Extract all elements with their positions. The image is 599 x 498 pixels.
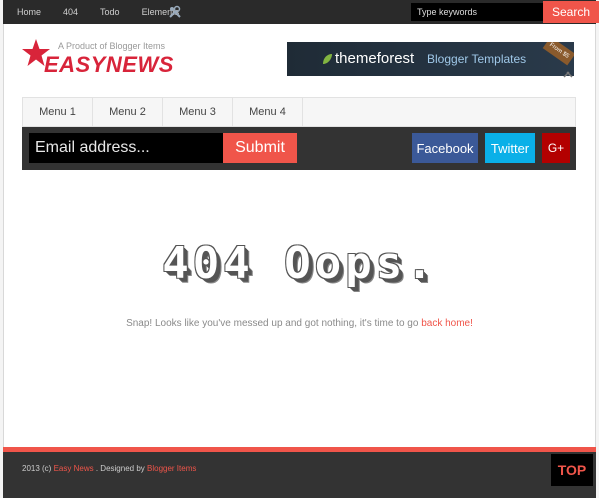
- tools-icon[interactable]: [563, 68, 573, 78]
- email-field[interactable]: [29, 133, 225, 163]
- search-button[interactable]: Search: [543, 1, 599, 23]
- twitter-button[interactable]: Twitter: [485, 133, 535, 163]
- back-to-top-button[interactable]: TOP: [551, 454, 593, 486]
- top-bar: Home 404 Todo Elements Search: [3, 0, 599, 24]
- top-nav-home[interactable]: Home: [17, 7, 41, 17]
- menu-item-4[interactable]: Menu 4: [233, 98, 303, 126]
- error-heading: 404 Oops.: [162, 238, 437, 289]
- site-tagline: A Product of Blogger Items: [58, 41, 166, 51]
- submit-button[interactable]: Submit: [223, 133, 297, 163]
- main-menu: Menu 1 Menu 2 Menu 3 Menu 4: [22, 97, 576, 127]
- back-home-link[interactable]: back home!: [421, 318, 473, 329]
- banner-text: Blogger Templates: [427, 52, 527, 66]
- banner-brand: themeforest: [335, 50, 415, 67]
- footer-site-link[interactable]: Easy News: [54, 464, 94, 473]
- footer-designer-link[interactable]: Blogger Items: [147, 464, 196, 473]
- footer-credits: 2013 (c) Easy News . Designed by Blogger…: [22, 464, 196, 473]
- tools-icon[interactable]: [168, 5, 182, 19]
- error-message-row: Snap! Looks like you've messed up and go…: [0, 318, 599, 329]
- footer-designed-by: . Designed by: [95, 464, 145, 473]
- menu-item-2[interactable]: Menu 2: [93, 98, 163, 126]
- top-nav-todo[interactable]: Todo: [100, 7, 120, 17]
- search-input[interactable]: [411, 3, 543, 21]
- error-message: Snap! Looks like you've messed up and go…: [126, 318, 419, 329]
- gplus-button[interactable]: G+: [542, 133, 570, 163]
- banner-price-tag: From $5: [542, 42, 574, 66]
- leaf-icon: [323, 54, 332, 64]
- menu-item-3[interactable]: Menu 3: [163, 98, 233, 126]
- subscribe-bar: Submit Facebook Twitter G+: [22, 127, 576, 170]
- footer-copyright: 2013 (c): [22, 464, 52, 473]
- top-nav-404[interactable]: 404: [63, 7, 78, 17]
- facebook-button[interactable]: Facebook: [412, 133, 478, 163]
- footer: 2013 (c) Easy News . Designed by Blogger…: [3, 452, 596, 498]
- ad-banner[interactable]: themeforest Blogger Templates From $5: [287, 42, 574, 76]
- menu-item-1[interactable]: Menu 1: [23, 98, 93, 126]
- site-logo[interactable]: EASYNEWS: [44, 52, 174, 78]
